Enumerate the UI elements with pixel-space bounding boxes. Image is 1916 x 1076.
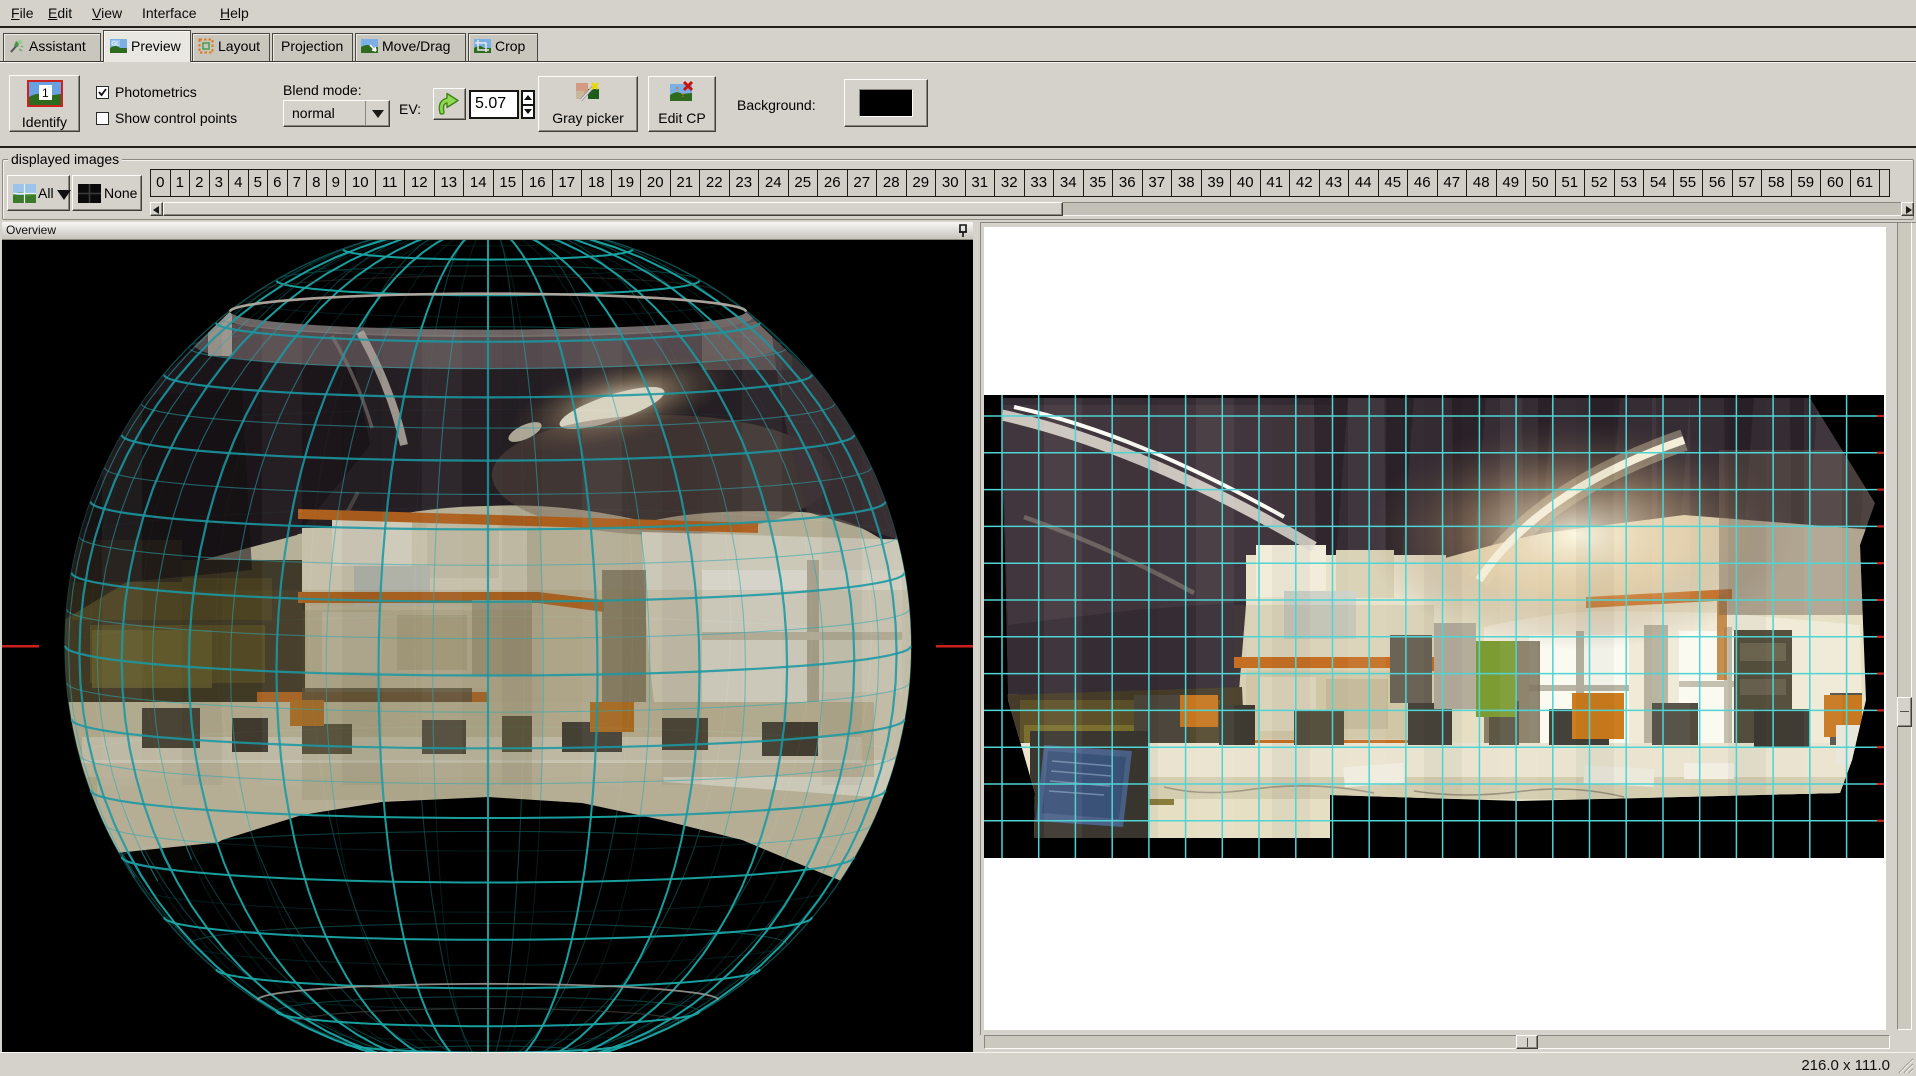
svg-text:1: 1 [42,86,49,100]
svg-text:GL: GL [112,42,121,48]
